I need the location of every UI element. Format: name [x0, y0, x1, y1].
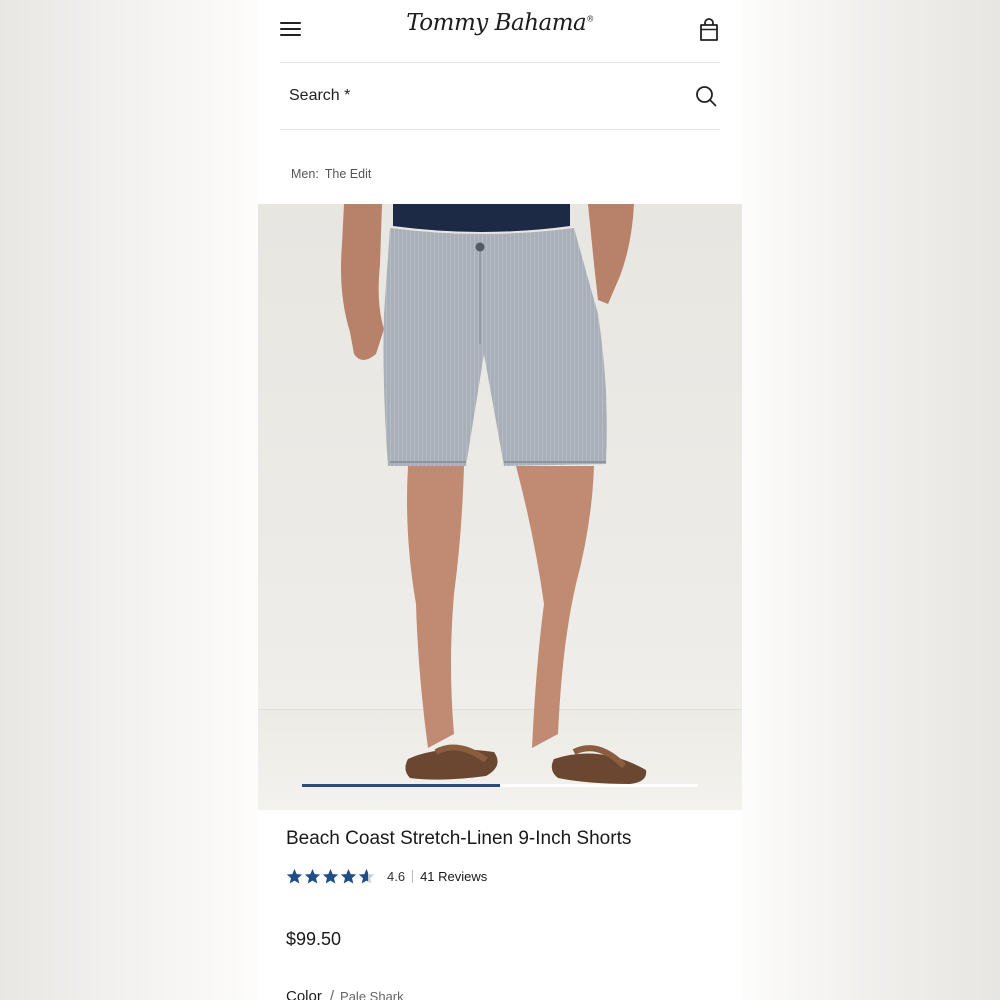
search-bar: [280, 64, 720, 128]
model-illustration: [341, 204, 647, 784]
rating-stars: [286, 868, 376, 885]
rating-divider: [412, 869, 414, 883]
color-value: Pale Shark: [340, 989, 404, 1000]
header: Tommy Bahama®: [258, 0, 742, 62]
search-icon[interactable]: [694, 84, 718, 108]
star-icon: [358, 868, 375, 883]
header-divider: [280, 62, 720, 63]
product-rating[interactable]: 4.6 41 Reviews: [286, 866, 487, 886]
trademark-symbol: ®: [586, 14, 594, 24]
shopping-bag-icon[interactable]: [696, 17, 722, 43]
rating-value: 4.6: [387, 868, 406, 884]
search-divider: [280, 129, 720, 130]
star-icon: [340, 868, 357, 883]
star-icon: [286, 868, 303, 883]
image-carousel-progress[interactable]: [302, 784, 698, 787]
color-selector-label: Color / Pale Shark: [286, 988, 404, 1000]
product-title: Beach Coast Stretch-Linen 9-Inch Shorts: [286, 828, 632, 849]
color-separator: /: [329, 988, 335, 1000]
star-icon: [322, 868, 339, 883]
carousel-progress-fill: [302, 784, 500, 787]
mobile-page: Tommy Bahama® Men: The Edit: [258, 0, 742, 1000]
product-image[interactable]: [258, 204, 742, 810]
product-price: $99.50: [286, 929, 342, 949]
breadcrumb-current[interactable]: The Edit: [325, 167, 372, 181]
star-icon: [304, 868, 321, 883]
brand-name: Tommy Bahama: [406, 10, 587, 36]
breadcrumb: Men: The Edit: [291, 167, 371, 181]
search-input[interactable]: [280, 82, 679, 110]
color-label: Color: [286, 988, 322, 1000]
brand-logo[interactable]: Tommy Bahama®: [258, 10, 742, 36]
reviews-link[interactable]: 41 Reviews: [420, 869, 487, 884]
breadcrumb-parent[interactable]: Men:: [291, 167, 319, 181]
